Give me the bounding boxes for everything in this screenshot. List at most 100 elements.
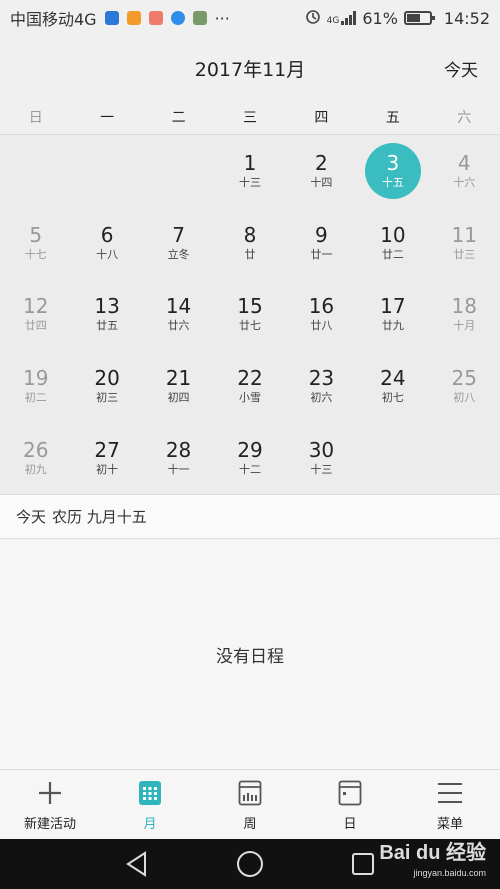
lunar-day-label: 廿六 <box>167 319 190 333</box>
lunar-day-label: 初四 <box>167 391 190 405</box>
day-number: 21 <box>165 366 192 391</box>
lunar-day-label: 初七 <box>381 391 404 405</box>
day-number: 25 <box>451 366 477 391</box>
empty-day-cell <box>143 135 214 207</box>
month-grid: 1 十三 2 十四 3 十五 4 十六 5 十七 6 十八 7 立冬 8 廿 9 廿一 10 廿二 11 廿三 12 廿四 13… <box>0 135 500 495</box>
day-cell-18[interactable]: 18 十月 <box>429 279 500 351</box>
message-app-icon <box>170 11 185 25</box>
tab-day[interactable]: 日 <box>300 770 400 840</box>
day-cell-23[interactable]: 23 初六 <box>286 350 357 422</box>
lunar-day-label: 十五 <box>381 175 404 189</box>
day-cell-6[interactable]: 6 十八 <box>71 207 142 279</box>
week-calendar-icon <box>238 779 262 807</box>
lunar-day-label: 初三 <box>96 391 119 405</box>
lunar-day-label: 廿七 <box>238 319 261 333</box>
day-number: 14 <box>165 294 192 319</box>
lunar-day-label: 廿三 <box>453 247 476 261</box>
tab-menu[interactable]: 菜单 <box>400 770 500 840</box>
lunar-day-label: 十三 <box>238 175 261 189</box>
day-cell-5[interactable]: 5 十七 <box>0 207 71 279</box>
watermark-url: jingyan.baidu.com <box>413 868 486 878</box>
day-number: 27 <box>94 438 120 463</box>
day-number: 12 <box>22 294 49 319</box>
today-label: 今天 <box>16 508 47 526</box>
day-cell-16[interactable]: 16 廿八 <box>286 279 357 351</box>
day-cell-29[interactable]: 29 十二 <box>214 422 285 494</box>
day-number: 19 <box>22 366 49 391</box>
day-cell-21[interactable]: 21 初四 <box>143 350 214 422</box>
day-cell-8[interactable]: 8廿 <box>214 207 285 279</box>
month-title[interactable]: 2017年11月 <box>195 55 306 82</box>
tab-label: 新建活动 <box>23 816 76 832</box>
day-cell-17[interactable]: 17 廿九 <box>357 279 428 351</box>
tab-label: 月 <box>143 816 157 832</box>
day-number: 23 <box>308 366 335 391</box>
lunar-day-label: 十一 <box>167 463 190 477</box>
weekday-header: 日一二三四五六 <box>0 100 500 135</box>
day-cell-12[interactable]: 12 廿四 <box>0 279 71 351</box>
day-cell-9[interactable]: 9 廿一 <box>286 207 357 279</box>
empty-day-cell <box>71 135 142 207</box>
day-cell-19[interactable]: 19 初二 <box>0 350 71 422</box>
signal-icon <box>341 11 357 25</box>
day-number: 24 <box>380 366 406 391</box>
day-number: 20 <box>94 366 120 391</box>
today-button[interactable]: 今天 <box>444 56 478 81</box>
lunar-day-label: 廿四 <box>24 319 47 333</box>
lunar-day-label: 立冬 <box>167 247 190 261</box>
day-cell-24[interactable]: 24 初七 <box>357 350 428 422</box>
day-number: 17 <box>380 294 406 319</box>
lunar-day-label: 廿一 <box>310 247 333 261</box>
back-icon[interactable] <box>117 844 157 884</box>
day-number: 16 <box>308 294 335 319</box>
day-cell-4[interactable]: 4 十六 <box>429 135 500 207</box>
day-number: 22 <box>237 366 263 391</box>
day-cell-30[interactable]: 30 十三 <box>286 422 357 494</box>
day-number: 4 <box>457 150 471 175</box>
day-number: 10 <box>380 222 406 247</box>
day-cell-27[interactable]: 27 初十 <box>71 422 142 494</box>
lunar-day-label: 小雪 <box>238 391 261 405</box>
shield-app-icon <box>104 11 119 25</box>
lunar-day-label: 十七 <box>24 247 47 261</box>
weekday-label: 三 <box>242 110 257 126</box>
weekday-label: 日 <box>28 110 43 126</box>
day-cell-26[interactable]: 26 初九 <box>0 422 71 494</box>
day-cell-28[interactable]: 28 十一 <box>143 422 214 494</box>
day-cell-11[interactable]: 11 廿三 <box>429 207 500 279</box>
day-cell-10[interactable]: 10 廿二 <box>357 207 428 279</box>
day-cell-22[interactable]: 22 小雪 <box>214 350 285 422</box>
lunar-day-label: 十三 <box>310 463 333 477</box>
lunar-day-label: 十月 <box>453 319 476 333</box>
lunar-day-label: 廿五 <box>96 319 119 333</box>
month-grid-icon <box>138 779 162 807</box>
tab-week[interactable]: 周 <box>200 770 300 840</box>
recents-icon[interactable] <box>343 844 383 884</box>
events-list: 没有日程 <box>0 540 500 769</box>
day-cell-7[interactable]: 7 立冬 <box>143 207 214 279</box>
lunar-day-label: 十四 <box>310 175 333 189</box>
no-events-label: 没有日程 <box>216 647 284 667</box>
day-cell-3[interactable]: 3 十五 <box>357 135 428 207</box>
day-number: 13 <box>94 294 120 319</box>
tab-month[interactable]: 月 <box>100 770 200 840</box>
day-cell-1[interactable]: 1 十三 <box>214 135 285 207</box>
day-number: 6 <box>100 222 114 247</box>
calendar-header: 2017年11月 今天 <box>0 36 500 101</box>
day-cell-15[interactable]: 15 廿七 <box>214 279 285 351</box>
day-number: 7 <box>172 222 185 247</box>
day-cell-14[interactable]: 14 廿六 <box>143 279 214 351</box>
tab-new-event[interactable]: 新建活动 <box>0 770 100 840</box>
lunar-day-label: 初六 <box>310 391 333 405</box>
day-cell-20[interactable]: 20 初三 <box>71 350 142 422</box>
lunar-day-label: 十六 <box>453 175 476 189</box>
day-cell-2[interactable]: 2 十四 <box>286 135 357 207</box>
lunar-day-label: 初八 <box>453 391 476 405</box>
day-cell-25[interactable]: 25 初八 <box>429 350 500 422</box>
tab-label: 周 <box>243 816 257 832</box>
taobao-app-icon <box>126 11 141 25</box>
home-icon[interactable] <box>230 844 270 884</box>
day-cell-13[interactable]: 13 廿五 <box>71 279 142 351</box>
selected-date-info: 今天 农历 九月十五 <box>0 495 500 539</box>
day-number: 15 <box>237 294 263 319</box>
